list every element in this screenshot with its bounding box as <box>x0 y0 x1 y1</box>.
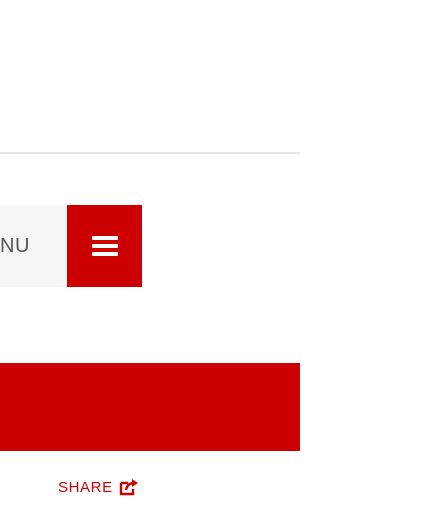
share-icon <box>119 478 139 496</box>
share-link[interactable]: SHARE <box>58 478 139 496</box>
hamburger-bar-bottom <box>91 252 118 256</box>
hamburger-bar-top <box>91 236 118 240</box>
menu-label: NU <box>0 234 30 257</box>
share-label: SHARE <box>58 478 113 496</box>
page: NU SHARE <box>0 0 440 512</box>
red-banner <box>0 363 300 451</box>
hamburger-icon <box>91 236 118 256</box>
top-divider <box>0 152 300 154</box>
menu-label-pill[interactable]: NU <box>0 205 67 287</box>
hamburger-bar-middle <box>91 244 118 248</box>
menu-button[interactable] <box>67 205 142 287</box>
